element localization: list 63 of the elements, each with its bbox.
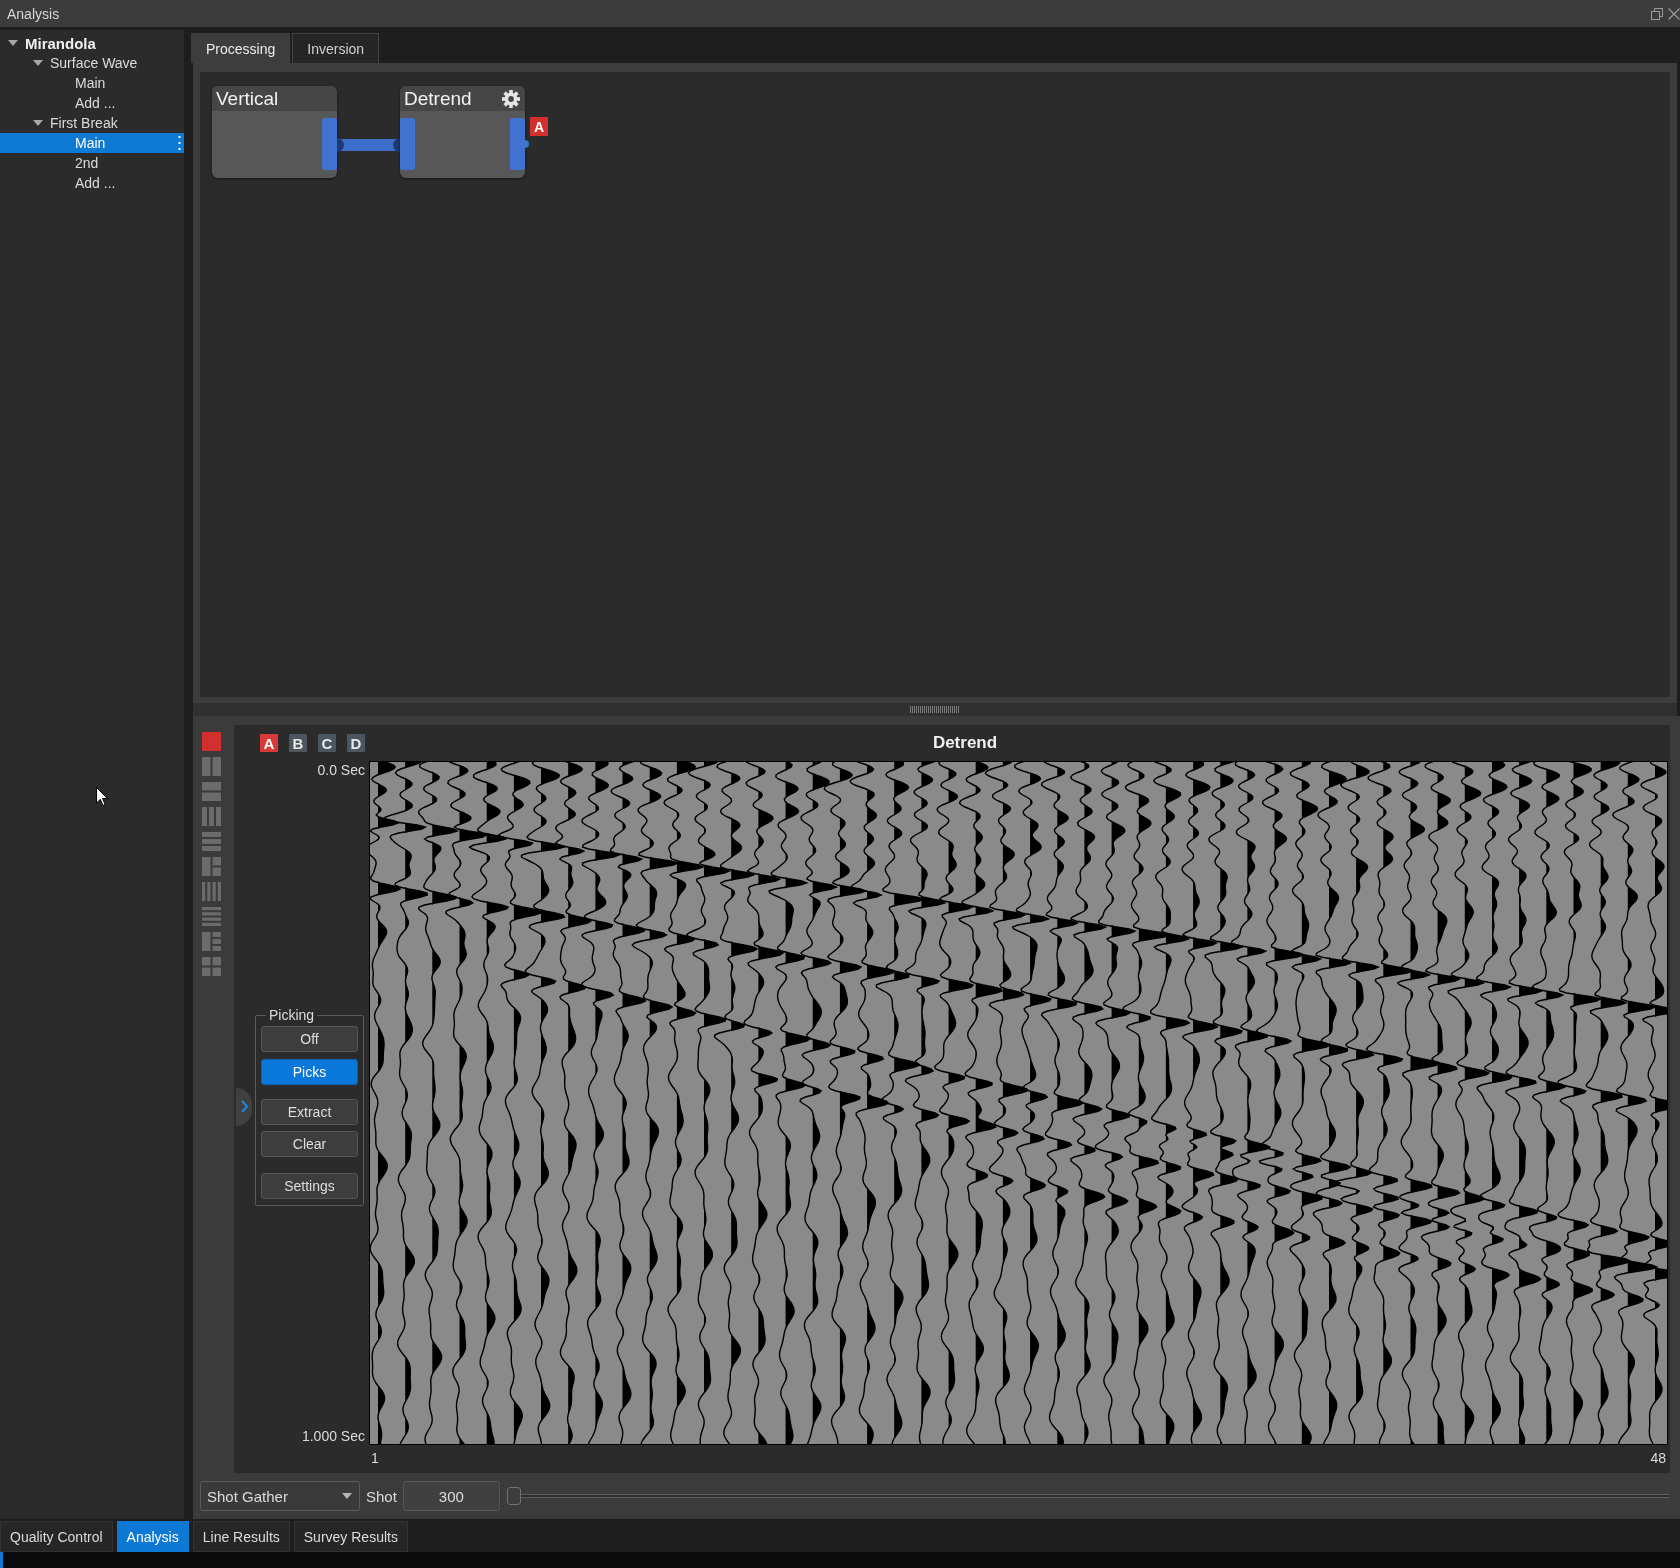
tree-item[interactable]: Add ... [75,173,116,193]
field-label: Shot [366,1487,397,1505]
tree-item[interactable]: 2nd [75,153,99,173]
tab[interactable]: Analysis [116,1521,189,1552]
input-port[interactable] [400,118,415,170]
close-icon[interactable] [1668,7,1680,20]
process-node[interactable]: Vertical [212,86,337,178]
action-button[interactable]: Extract [261,1099,358,1125]
caret-icon [342,1493,352,1499]
action-button[interactable]: Clear [261,1131,358,1157]
three-row-icon[interactable] [202,832,221,851]
view-slot-button[interactable]: C [318,734,336,752]
shot-field[interactable]: 300 [402,1481,500,1511]
gather-dropdown[interactable]: Shot Gather [200,1481,360,1511]
mode-button[interactable]: Off [261,1026,358,1052]
two-column-icon[interactable] [202,757,221,776]
gear-icon[interactable] [502,89,520,108]
restore-icon[interactable] [1651,7,1663,20]
splitter-handle[interactable] [910,706,960,713]
chevron-icon [240,1100,248,1113]
four-column-icon[interactable] [202,882,221,901]
view-slot-button[interactable]: A [260,734,278,752]
status-indicator [0,1552,3,1568]
vertical-dots-icon[interactable] [178,136,181,150]
four-row-icon[interactable] [202,907,221,926]
tab[interactable]: Inversion [292,33,380,63]
expanded-triangle-icon[interactable] [33,118,43,128]
grid-pane-icon[interactable] [202,957,221,976]
view-slot-button[interactable]: D [347,734,365,752]
window-title: Analysis [7,5,60,22]
trace-axis-label: 1 [371,1450,379,1468]
expanded-triangle-icon[interactable] [8,38,18,48]
time-axis-label: 0.0 Sec [317,761,365,779]
node-title: Detrend [404,87,472,110]
mode-button[interactable]: Picks [261,1059,358,1085]
time-axis-label: 1.000 Sec [301,1427,365,1445]
tree-item[interactable]: Mirandola [8,33,96,53]
port-badge: A [530,117,548,136]
tab[interactable]: Processing [191,33,291,63]
mouse-pointer-icon [96,787,108,806]
tree-item[interactable]: Main [75,73,106,93]
view-slot-button[interactable]: B [289,734,307,752]
node-connector [337,138,400,152]
viewer-title: Detrend [932,733,998,753]
panel-toggle-button[interactable] [236,1087,252,1126]
tree-item[interactable]: Add ... [75,93,116,113]
tree-item[interactable]: Main [0,133,184,153]
three-column-icon[interactable] [202,807,221,826]
tab[interactable]: Line Results [192,1521,290,1552]
three-pane-icon[interactable] [202,857,221,876]
node-title: Vertical [216,87,279,110]
trace-axis-label: 48 [1650,1450,1666,1468]
four-pane-icon[interactable] [202,932,221,951]
group-title: Picking [268,1007,316,1023]
output-port[interactable] [510,118,529,170]
tab[interactable]: Quality Control [0,1521,113,1552]
tab[interactable]: Survey Results [293,1521,408,1552]
two-row-icon[interactable] [202,782,221,801]
tree-item[interactable]: Surface Wave [33,53,138,73]
slider-thumb[interactable] [506,1487,521,1505]
expanded-triangle-icon[interactable] [33,58,43,68]
action-button[interactable]: Settings [261,1173,358,1199]
tree-item[interactable]: First Break [33,113,118,133]
